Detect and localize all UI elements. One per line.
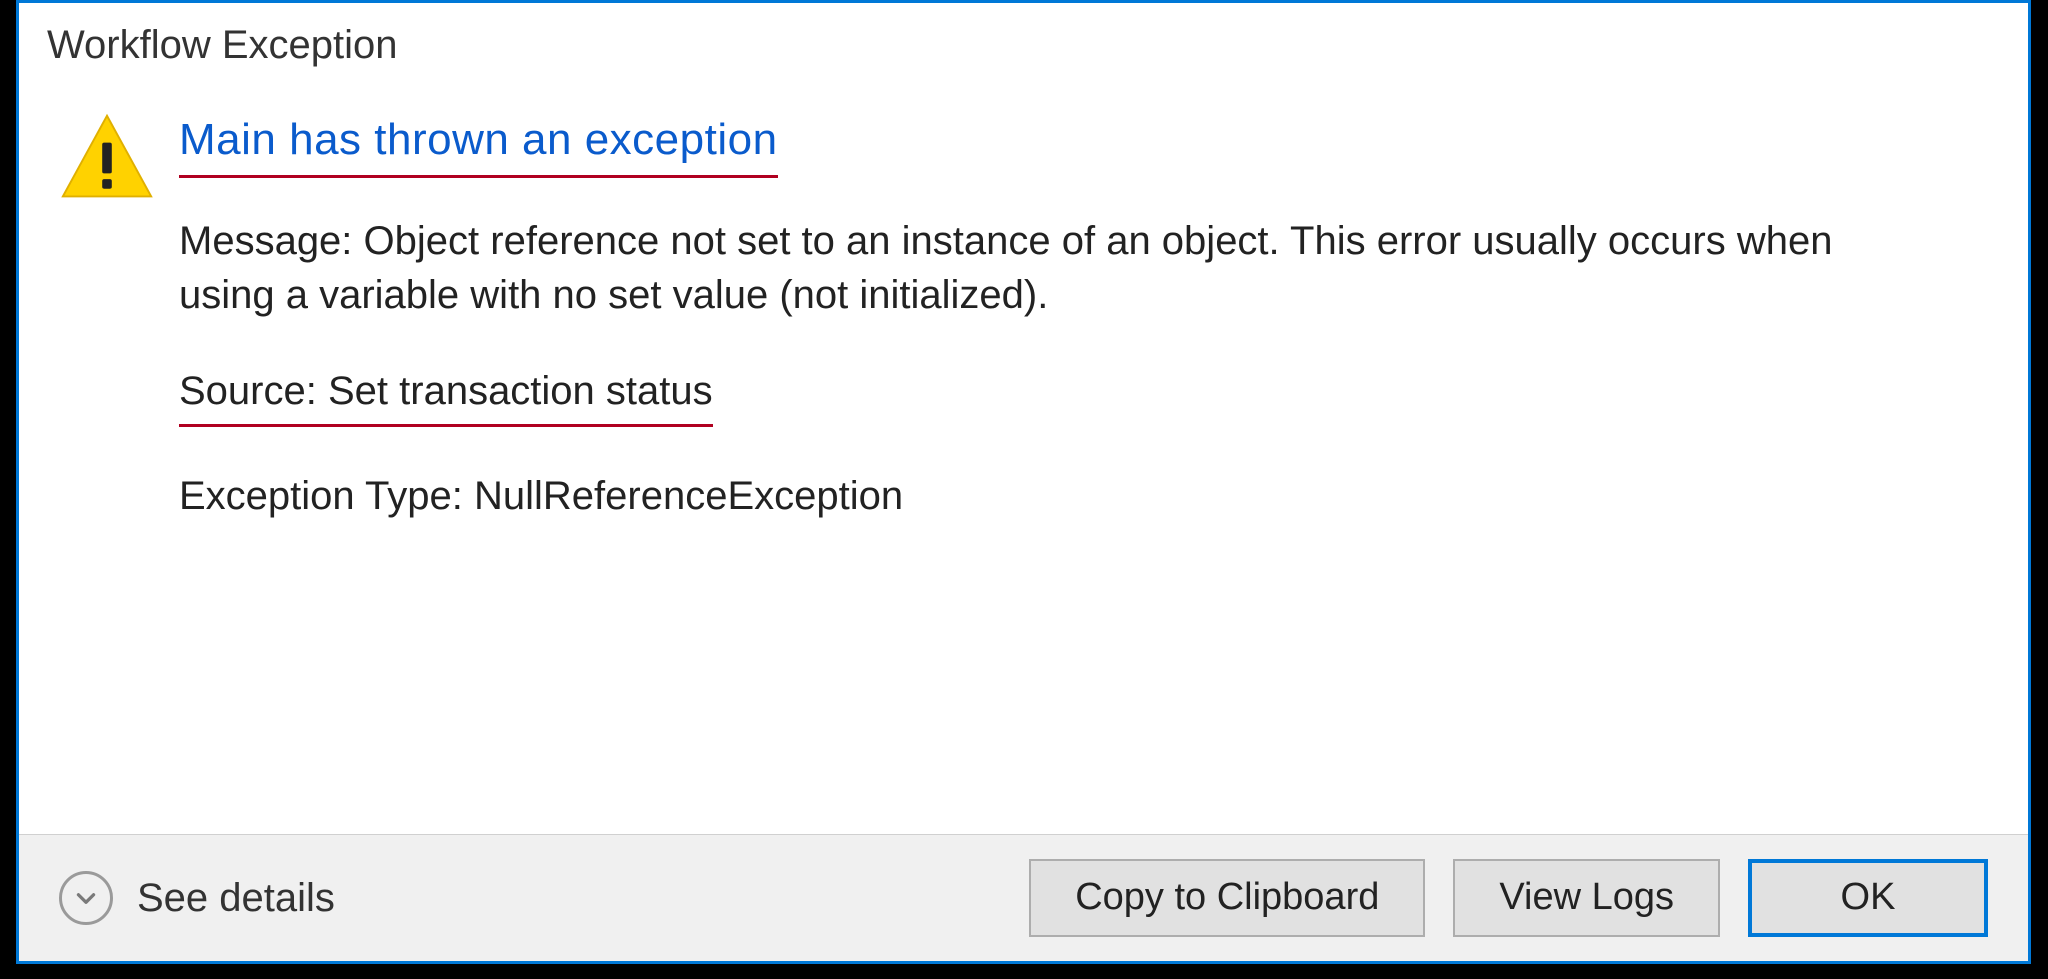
source-value: Set transaction status — [328, 369, 713, 413]
source-block: Source: Set transaction status — [179, 364, 713, 427]
dialog-body: Main has thrown an exception Message: Ob… — [19, 78, 2028, 834]
view-logs-button[interactable]: View Logs — [1453, 859, 1720, 937]
exception-dialog: Workflow Exception Main has thrown an ex… — [16, 0, 2031, 964]
see-details-label: See details — [137, 876, 335, 921]
exception-type-value: NullReferenceException — [474, 474, 903, 518]
warning-icon — [59, 110, 179, 206]
dialog-title: Workflow Exception — [19, 3, 2028, 78]
exception-type-block: Exception Type: NullReferenceException — [179, 469, 1988, 523]
see-details-toggle[interactable]: See details — [59, 871, 335, 925]
message-block: Message: Object reference not set to an … — [179, 214, 1879, 322]
text-column: Main has thrown an exception Message: Ob… — [179, 110, 1988, 814]
source-label: Source: — [179, 369, 317, 413]
dialog-footer: See details Copy to Clipboard View Logs … — [19, 834, 2028, 961]
copy-to-clipboard-button[interactable]: Copy to Clipboard — [1029, 859, 1425, 937]
footer-buttons: Copy to Clipboard View Logs OK — [1029, 859, 1988, 937]
message-text: Object reference not set to an instance … — [179, 219, 1832, 317]
message-label: Message: — [179, 219, 352, 263]
chevron-down-icon — [59, 871, 113, 925]
ok-button[interactable]: OK — [1748, 859, 1988, 937]
exception-heading: Main has thrown an exception — [179, 110, 778, 178]
exception-type-label: Exception Type: — [179, 474, 463, 518]
icon-column — [59, 110, 179, 814]
